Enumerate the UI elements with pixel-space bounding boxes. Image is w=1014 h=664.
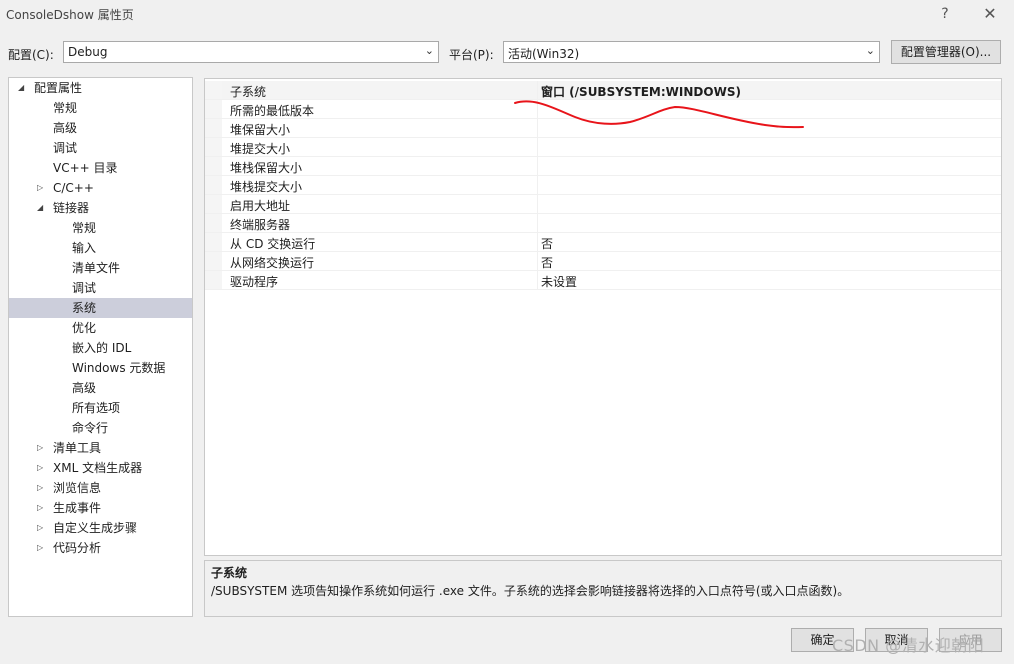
tree-item-label: C/C++ [53,181,94,195]
property-name: 子系统 [230,85,267,99]
tree-item-label: XML 文档生成器 [53,461,143,475]
tree-item-debugging[interactable]: 调试 [53,138,77,158]
description-text: /SUBSYSTEM 选项告知操作系统如何运行 .exe 文件。子系统的选择会影… [211,584,850,598]
window-title: ConsoleDshow 属性页 [6,8,134,22]
config-value: Debug [68,45,108,59]
property-name: 驱动程序 [230,275,279,289]
tree-item-c-cpp[interactable]: ▷ C/C++ [9,178,192,198]
tree-item-code-analysis[interactable]: ▷ 代码分析 [9,538,192,558]
chevron-down-icon: ⌄ [865,44,875,57]
tree-item-linker-input[interactable]: 输入 [72,238,96,258]
property-name: 堆栈提交大小 [230,180,303,194]
property-row-stack-commit[interactable]: 堆栈提交大小 [205,176,1001,195]
property-name: 终端服务器 [230,218,291,232]
tree-item-vc-directories[interactable]: VC++ 目录 [53,158,118,178]
config-manager-button[interactable]: 配置管理器(O)... [891,40,1001,64]
platform-label: 平台(P): [449,48,494,62]
description-panel: 子系统 /SUBSYSTEM 选项告知操作系统如何运行 .exe 文件。子系统的… [204,560,1002,617]
platform-dropdown[interactable]: 活动(Win32) ⌄ [503,41,880,63]
property-row-subsystem[interactable]: 子系统 窗口 (/SUBSYSTEM:WINDOWS) [205,81,1001,100]
tree-item-custom-build-step[interactable]: ▷ 自定义生成步骤 [9,518,192,538]
tree-item-linker-debugging[interactable]: 调试 [72,278,96,298]
platform-value: 活动(Win32) [508,47,580,61]
title-bar: ConsoleDshow 属性页 ? ✕ [0,0,1014,28]
tree-item-label: 浏览信息 [53,481,102,495]
property-grid[interactable]: 子系统 窗口 (/SUBSYSTEM:WINDOWS) 所需的最低版本 堆保留大… [204,78,1002,556]
tree-item-manifest-tool[interactable]: ▷ 清单工具 [9,438,192,458]
tree-item-linker-advanced[interactable]: 高级 [72,378,96,398]
property-name: 堆栈保留大小 [230,161,303,175]
expand-caret-icon[interactable]: ▷ [37,518,43,538]
property-row-heap-reserve[interactable]: 堆保留大小 [205,119,1001,138]
property-name: 从网络交换运行 [230,256,315,270]
property-row-terminal-server[interactable]: 终端服务器 [205,214,1001,233]
property-row-stack-reserve[interactable]: 堆栈保留大小 [205,157,1001,176]
tree-item-linker-optimization[interactable]: 优化 [72,318,96,338]
tree-item-linker[interactable]: ◢ 链接器 [9,198,192,218]
property-row-swap-run-cd[interactable]: 从 CD 交换运行 否 [205,233,1001,252]
tree-item-linker-embedded-idl[interactable]: 嵌入的 IDL [72,338,131,358]
tree-item-label: 配置属性 [34,81,83,95]
property-row-min-version[interactable]: 所需的最低版本 [205,100,1001,119]
expand-caret-icon[interactable]: ▷ [37,538,43,558]
collapse-caret-icon[interactable]: ◢ [37,198,43,218]
tree-item-linker-general[interactable]: 常规 [72,218,96,238]
tree-item-label: 链接器 [53,201,90,215]
tree-item-general[interactable]: 常规 [53,98,77,118]
tree-item-label: 代码分析 [53,541,102,555]
tree-item-linker-manifest[interactable]: 清单文件 [72,258,120,278]
watermark: CSDN @清水迎朝阳 [832,636,985,655]
property-tree[interactable]: ◢ 配置属性 常规 高级 调试 VC++ 目录 ▷ C/C++ ◢ 链接器 常规… [8,77,193,617]
help-button[interactable]: ? [930,3,960,25]
collapse-caret-icon[interactable]: ◢ [18,78,24,98]
config-dropdown[interactable]: Debug ⌄ [63,41,439,63]
property-row-driver[interactable]: 驱动程序 未设置 [205,271,1001,290]
expand-caret-icon[interactable]: ▷ [37,478,43,498]
property-value[interactable]: 否 [541,235,553,252]
expand-caret-icon[interactable]: ▷ [37,438,43,458]
expand-caret-icon[interactable]: ▷ [37,498,43,518]
tree-item-label: 系统 [72,301,97,315]
expand-caret-icon[interactable]: ▷ [37,458,43,478]
tree-item-label: 生成事件 [53,501,102,515]
tree-item-browse-info[interactable]: ▷ 浏览信息 [9,478,192,498]
tree-item-config-properties[interactable]: ◢ 配置属性 [9,78,192,98]
property-value[interactable]: 窗口 (/SUBSYSTEM:WINDOWS) [541,83,741,100]
property-name: 启用大地址 [230,199,291,213]
tree-item-linker-all-options[interactable]: 所有选项 [72,398,120,418]
property-row-heap-commit[interactable]: 堆提交大小 [205,138,1001,157]
tree-item-label: 清单工具 [53,441,102,455]
tree-item-linker-system[interactable]: 系统 [9,298,192,318]
description-title: 子系统 [211,566,248,580]
property-row-swap-run-net[interactable]: 从网络交换运行 否 [205,252,1001,271]
tree-item-advanced[interactable]: 高级 [53,118,77,138]
chevron-down-icon: ⌄ [424,44,434,57]
tree-item-label: 自定义生成步骤 [53,521,138,535]
property-name: 堆提交大小 [230,142,291,156]
property-value[interactable]: 否 [541,254,553,271]
tree-item-build-events[interactable]: ▷ 生成事件 [9,498,192,518]
expand-caret-icon[interactable]: ▷ [37,178,43,198]
close-button[interactable]: ✕ [975,3,1005,25]
property-value[interactable]: 未设置 [541,273,577,290]
property-name: 从 CD 交换运行 [230,237,316,251]
tree-item-xml-doc-generator[interactable]: ▷ XML 文档生成器 [9,458,192,478]
property-name: 堆保留大小 [230,123,291,137]
tree-item-linker-windows-metadata[interactable]: Windows 元数据 [72,358,165,378]
property-name: 所需的最低版本 [230,104,315,118]
property-row-large-address[interactable]: 启用大地址 [205,195,1001,214]
config-label: 配置(C): [8,48,54,62]
tree-item-linker-command-line[interactable]: 命令行 [72,418,108,438]
